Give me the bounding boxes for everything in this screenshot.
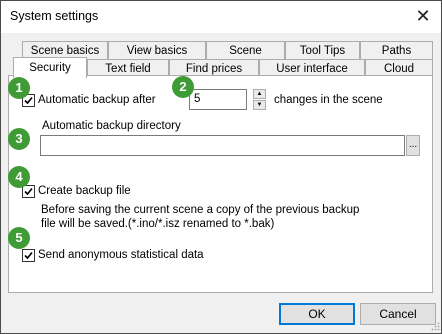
tab-tool-tips[interactable]: Tool Tips — [285, 41, 360, 59]
marker-5: 5 — [8, 227, 30, 249]
ok-button[interactable]: OK — [279, 303, 355, 325]
create-backup-checkbox[interactable] — [22, 185, 35, 198]
marker-1: 1 — [8, 77, 30, 99]
marker-2: 2 — [172, 76, 194, 98]
tab-paths[interactable]: Paths — [360, 41, 433, 59]
anon-stats-checkbox[interactable] — [22, 249, 35, 262]
anon-stats-label: Send anonymous statistical data — [38, 249, 204, 261]
create-backup-description-line2: file will be saved.(*.ino/*.isz renamed … — [41, 218, 275, 230]
close-icon[interactable]: ✕ — [411, 5, 435, 27]
cancel-button[interactable]: Cancel — [360, 303, 436, 325]
marker-3: 3 — [8, 128, 30, 150]
resize-grip-icon[interactable] — [430, 322, 440, 332]
spin-up-icon[interactable]: ▲ — [253, 89, 266, 99]
backup-count-input[interactable]: 5 — [189, 89, 247, 110]
marker-4: 4 — [8, 166, 30, 188]
backup-dir-label: Automatic backup directory — [42, 120, 181, 132]
tab-scene[interactable]: Scene — [206, 41, 285, 59]
changes-label: changes in the scene — [274, 94, 383, 106]
tab-security[interactable]: Security — [13, 57, 87, 78]
backup-dir-input[interactable] — [40, 135, 405, 156]
title-bar: System settings ✕ — [1, 1, 441, 33]
create-backup-label: Create backup file — [38, 185, 131, 197]
browse-button[interactable]: ... — [406, 135, 420, 156]
window-title: System settings — [10, 9, 99, 23]
create-backup-description-line1: Before saving the current scene a copy o… — [41, 204, 360, 216]
checkmark-icon — [24, 187, 33, 196]
spin-down-icon[interactable]: ▼ — [253, 100, 266, 110]
checkmark-icon — [24, 251, 33, 260]
tab-view-basics[interactable]: View basics — [108, 41, 206, 59]
auto-backup-label: Automatic backup after — [38, 94, 156, 106]
